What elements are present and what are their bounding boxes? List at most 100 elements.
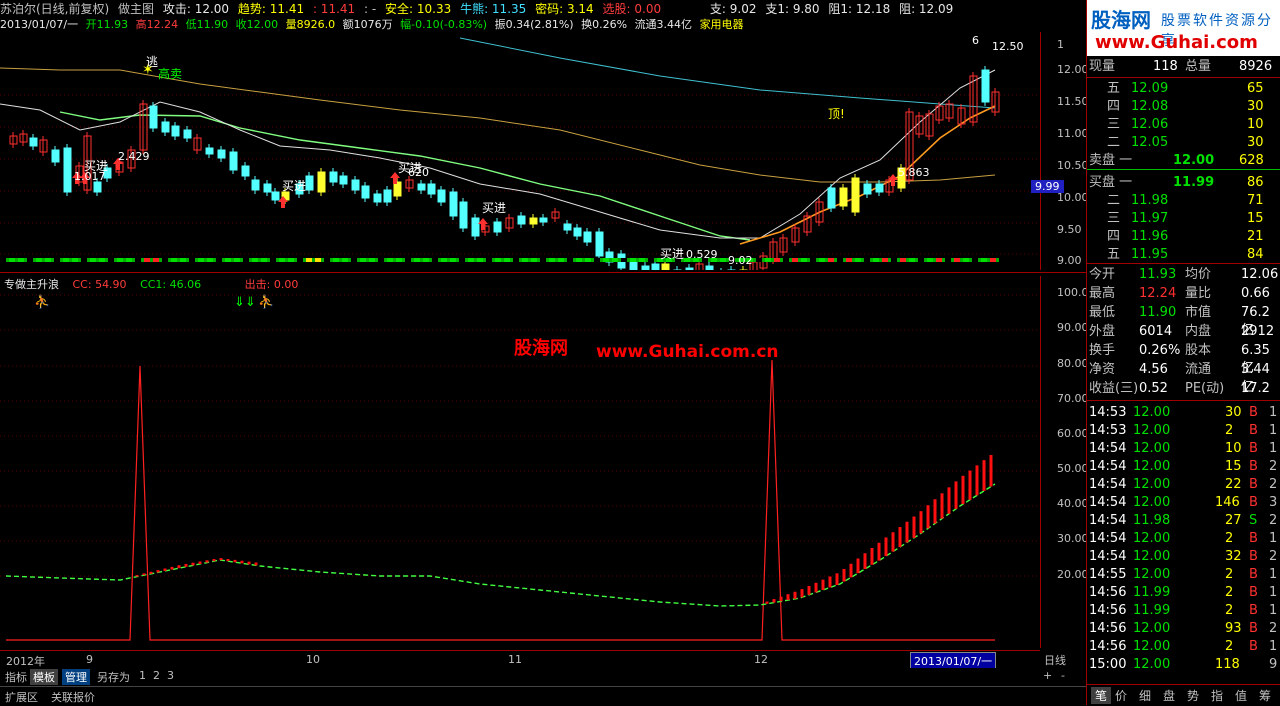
signal-mark bbox=[900, 258, 906, 262]
value-1250: 12.50 bbox=[992, 40, 1024, 53]
date-month: 10 bbox=[306, 653, 320, 666]
signal-mark bbox=[9, 258, 15, 262]
signal-mark bbox=[792, 258, 798, 262]
signal-mark bbox=[513, 258, 519, 262]
zoom-in-button[interactable]: + bbox=[1040, 669, 1055, 682]
cell: 11.99 bbox=[1133, 603, 1171, 618]
tab-manage[interactable]: 管理 bbox=[62, 669, 90, 685]
tick-row: 14:54 12.00 32 B 2 bbox=[1087, 548, 1280, 566]
pane-divider bbox=[0, 272, 1086, 273]
quote-tab[interactable]: 值 bbox=[1235, 687, 1247, 704]
support-value: 支: 9.02 bbox=[709, 2, 757, 16]
zoom-out-button[interactable]: - bbox=[1058, 669, 1068, 682]
cell: 三 bbox=[1107, 117, 1121, 132]
indicator-chart[interactable]: ⛹ ⛹ ⇓⇓ bbox=[0, 276, 1040, 648]
tab-save-as[interactable]: 另存为 bbox=[94, 669, 133, 685]
signal-mark bbox=[594, 258, 600, 262]
cell: 12.00 bbox=[1133, 549, 1171, 564]
candle bbox=[981, 69, 990, 103]
price-axis-top: 1 bbox=[1057, 38, 1064, 51]
quote-tab[interactable]: 价 bbox=[1115, 687, 1127, 704]
signal-mark bbox=[495, 258, 501, 262]
linked-quote-button[interactable]: 关联报价 bbox=[48, 689, 98, 705]
signal-mark bbox=[504, 258, 510, 262]
cell: B bbox=[1249, 405, 1258, 420]
signal-mark bbox=[936, 258, 942, 262]
cell: 15 bbox=[1225, 459, 1242, 474]
cell: 12.08 bbox=[1131, 99, 1169, 114]
signal-mark bbox=[882, 258, 888, 262]
cell: 最低 bbox=[1089, 305, 1116, 320]
tab-3[interactable]: 3 bbox=[164, 669, 177, 682]
quote-tab[interactable]: 细 bbox=[1139, 687, 1151, 704]
buy-level: 四 11.96 21 bbox=[1087, 228, 1280, 246]
formula-name[interactable]: 做主图 bbox=[118, 2, 154, 16]
signal-mark bbox=[198, 258, 204, 262]
signal-mark bbox=[18, 258, 24, 262]
cell: 118 bbox=[1215, 657, 1240, 672]
cell: 14:54 bbox=[1089, 441, 1127, 456]
signal-mark bbox=[567, 258, 573, 262]
candle bbox=[661, 263, 670, 270]
tab-template[interactable]: 模板 bbox=[30, 669, 58, 685]
date-year: 2012年 bbox=[6, 655, 45, 668]
cell: 12.06 bbox=[1241, 267, 1279, 282]
cell: B bbox=[1249, 603, 1258, 618]
signal-mark bbox=[999, 258, 1005, 262]
cell: 14:54 bbox=[1089, 513, 1127, 528]
sell-level: 卖盘 一 12.00 628 bbox=[1087, 152, 1280, 170]
cell: 11.99 bbox=[1173, 175, 1215, 190]
cell: 12.00 bbox=[1133, 405, 1171, 420]
ext-area-button[interactable]: 扩展区 bbox=[2, 689, 41, 705]
cell: B bbox=[1249, 567, 1258, 582]
signal-mark bbox=[540, 258, 546, 262]
logo-brand: 股海网 bbox=[1091, 8, 1151, 32]
tick-row: 14:54 12.00 2 B 1 bbox=[1087, 530, 1280, 548]
signal-mark bbox=[639, 258, 645, 262]
signal-mark bbox=[423, 258, 429, 262]
candle bbox=[229, 151, 238, 171]
stock-name: 苏泊尔(日线,前复权) bbox=[0, 2, 110, 16]
candle bbox=[437, 189, 446, 203]
signal-mark bbox=[279, 258, 285, 262]
date-month: 12 bbox=[754, 653, 768, 666]
bar-sector[interactable]: 家用电器 bbox=[700, 18, 744, 31]
candle bbox=[393, 181, 402, 197]
tab-2[interactable]: 2 bbox=[150, 669, 163, 682]
cell: 2 bbox=[1225, 585, 1234, 600]
signal-mark bbox=[612, 258, 618, 262]
cell: 12.00 bbox=[1133, 459, 1171, 474]
quote-tab[interactable]: 指 bbox=[1211, 687, 1223, 704]
cell: 14:54 bbox=[1089, 531, 1127, 546]
cell: 1 bbox=[1269, 567, 1278, 582]
signal-mark bbox=[90, 258, 96, 262]
candlestick-chart[interactable]: 逃 ✶ 高卖 顶! 买进 买进 买进 买进 买进 2.429 1.017 620… bbox=[0, 32, 1040, 270]
cell: 0.26% bbox=[1139, 343, 1181, 358]
tab-1[interactable]: 1 bbox=[136, 669, 149, 682]
cell: S bbox=[1249, 513, 1258, 528]
tab-indicator[interactable]: 指标 bbox=[2, 669, 30, 685]
quote-tab[interactable]: 盘 bbox=[1163, 687, 1175, 704]
quote-panel: 股海网 股票软件资源分享 www.Guhai.com 现量 118 总量 892… bbox=[1086, 0, 1280, 705]
sell-level: 四 12.08 30 bbox=[1087, 98, 1280, 116]
signal-mark bbox=[873, 258, 879, 262]
quote-tab[interactable]: 筹 bbox=[1259, 687, 1271, 704]
ind-tick: 20.00 bbox=[1057, 568, 1089, 581]
cell: 32 bbox=[1225, 549, 1242, 564]
candle bbox=[361, 185, 370, 199]
period-label[interactable]: 日线 bbox=[1044, 652, 1066, 668]
ind-tick: 50.00 bbox=[1057, 462, 1089, 475]
bar-amount: 额1076万 bbox=[342, 18, 393, 31]
stat-row: 收益(三) 0.52 PE(动) 17.2 bbox=[1087, 380, 1280, 398]
cell: 71 bbox=[1247, 193, 1264, 208]
cell: 14:54 bbox=[1089, 477, 1127, 492]
signal-mark bbox=[558, 258, 564, 262]
quote-tab[interactable]: 笔 bbox=[1091, 687, 1112, 704]
buy-level: 五 11.95 84 bbox=[1087, 246, 1280, 264]
cell: 12.24 bbox=[1139, 286, 1177, 301]
candle bbox=[629, 261, 638, 270]
cell: 12.00 bbox=[1133, 621, 1171, 636]
cell: 最高 bbox=[1089, 286, 1116, 301]
quote-tab[interactable]: 势 bbox=[1187, 687, 1199, 704]
ind-tick: 30.00 bbox=[1057, 532, 1089, 545]
